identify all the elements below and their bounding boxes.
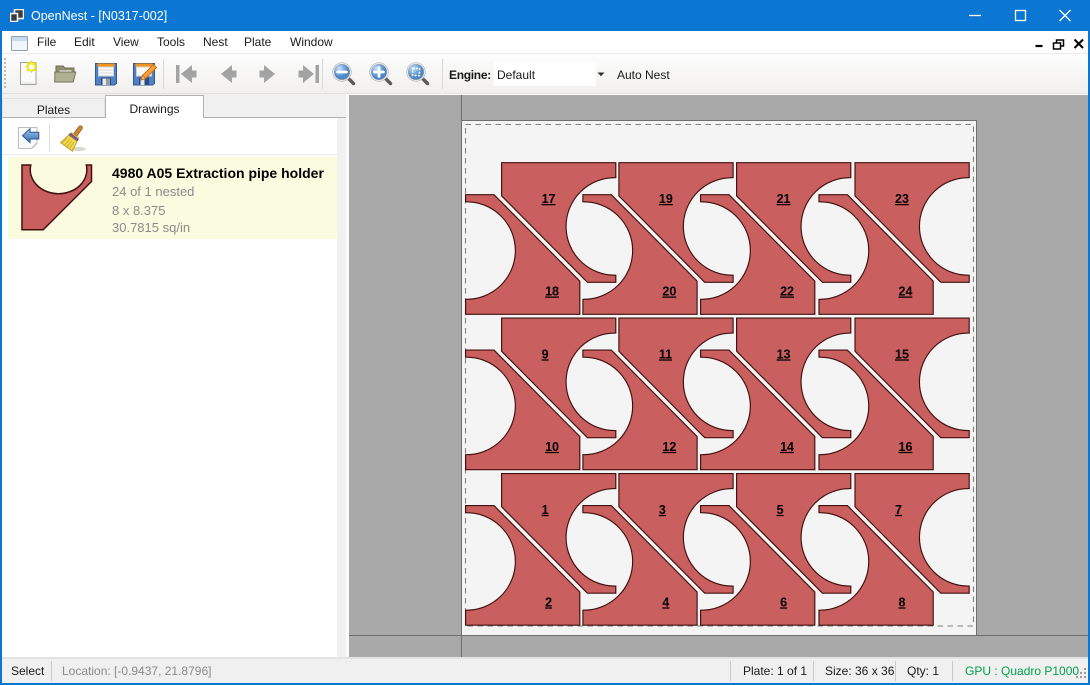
svg-text:16: 16 [899, 439, 913, 453]
svg-text:4: 4 [662, 595, 669, 609]
svg-text:14: 14 [780, 439, 794, 453]
svg-text:5: 5 [777, 502, 784, 516]
svg-text:3: 3 [659, 502, 666, 516]
svg-text:8: 8 [899, 595, 906, 609]
svg-text:22: 22 [780, 284, 794, 298]
svg-text:13: 13 [777, 347, 791, 361]
svg-text:23: 23 [895, 192, 909, 206]
svg-text:9: 9 [542, 347, 549, 361]
svg-text:7: 7 [895, 502, 902, 516]
svg-text:24: 24 [899, 284, 913, 298]
svg-text:11: 11 [659, 347, 672, 361]
svg-text:2: 2 [545, 595, 552, 609]
svg-text:18: 18 [545, 284, 559, 298]
svg-text:20: 20 [662, 284, 676, 298]
svg-text:12: 12 [662, 439, 676, 453]
svg-text:6: 6 [780, 595, 787, 609]
svg-text:15: 15 [895, 347, 909, 361]
svg-text:10: 10 [545, 439, 559, 453]
svg-text:1: 1 [542, 502, 549, 516]
svg-text:21: 21 [777, 192, 791, 206]
svg-text:19: 19 [659, 192, 673, 206]
svg-text:17: 17 [542, 192, 556, 206]
